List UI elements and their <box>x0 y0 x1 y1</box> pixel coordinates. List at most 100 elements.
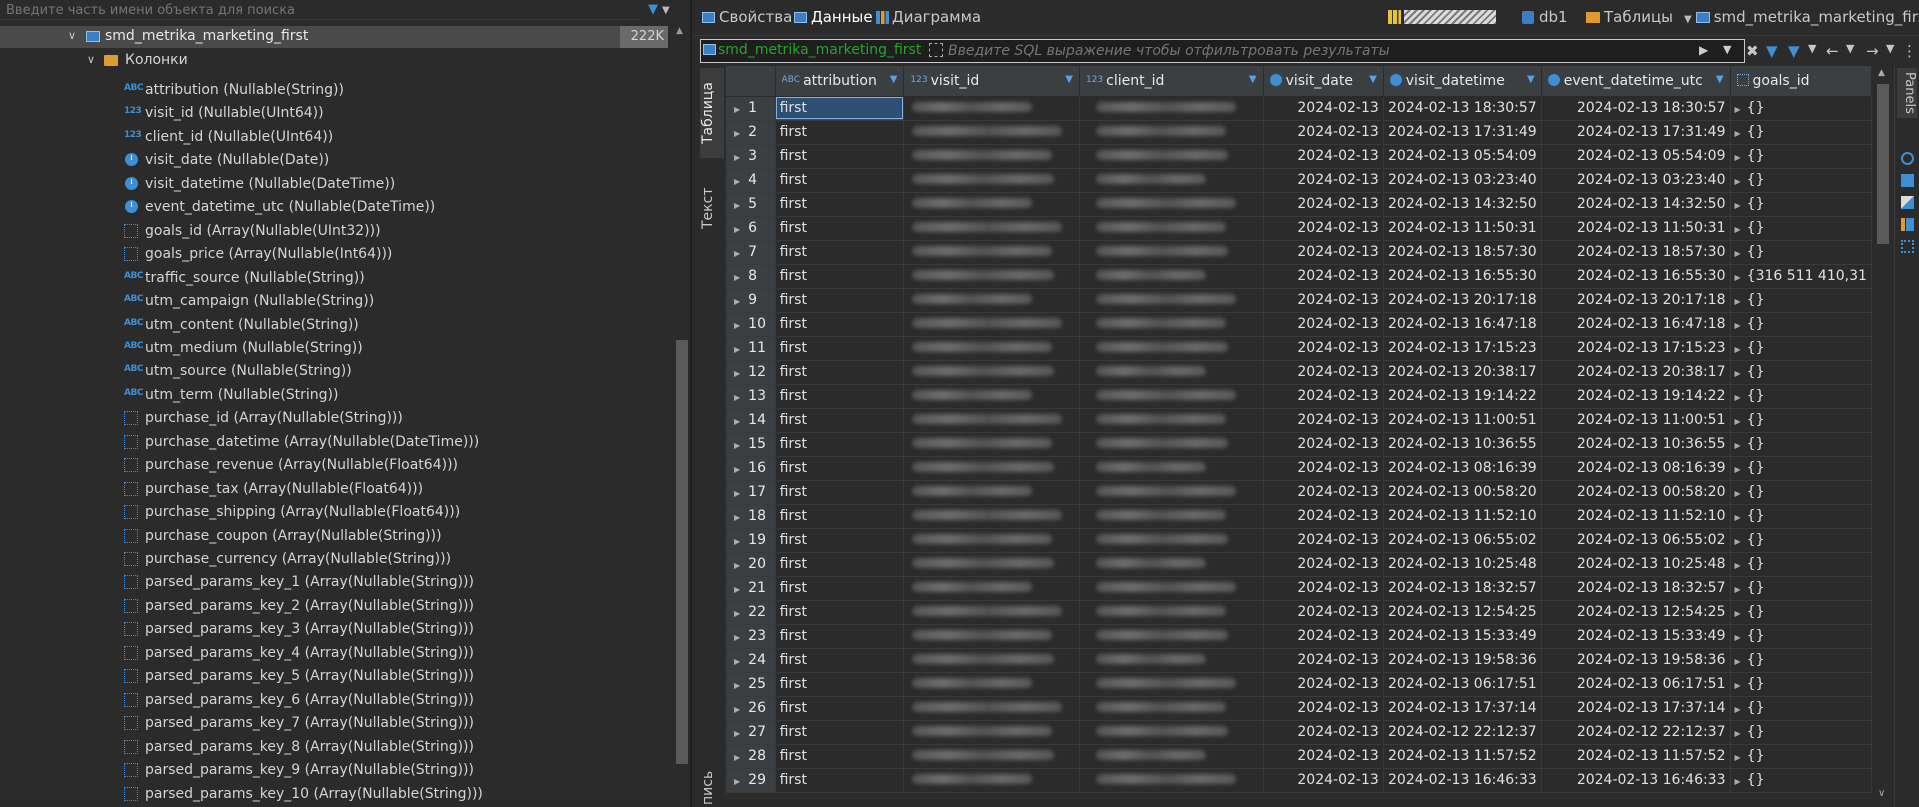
expand-row-icon[interactable]: ▶ <box>734 129 740 138</box>
cell-client-id[interactable] <box>1079 264 1264 289</box>
expand-array-icon[interactable]: ▶ <box>1735 729 1741 738</box>
cell-visit-id[interactable] <box>903 312 1080 337</box>
cell-visit-date[interactable]: 2024-02-13 <box>1263 768 1384 793</box>
expand-array-icon[interactable]: ▶ <box>1735 129 1741 138</box>
cell-visit-date[interactable]: 2024-02-13 <box>1263 192 1384 217</box>
cell-visit-date[interactable]: 2024-02-13 <box>1263 432 1384 457</box>
tree-node-column[interactable]: visit_date (Nullable(Date)) <box>0 149 668 172</box>
navigator-filter-button[interactable]: ▼ ▼ <box>648 2 688 18</box>
expand-row-icon[interactable]: ▶ <box>734 321 740 330</box>
cell-client-id[interactable] <box>1079 600 1264 625</box>
cell-attribution[interactable]: first <box>775 432 905 457</box>
expand-row-icon[interactable]: ▶ <box>734 345 740 354</box>
cell-visit-date[interactable]: 2024-02-13 <box>1263 120 1384 145</box>
chevron-down-icon[interactable]: ∨ <box>68 29 76 42</box>
table-row[interactable]: ▶ 23 first 2024-02-13 2024-02-13 15:33:49 202… <box>726 624 1872 649</box>
tree-node-column[interactable]: parsed_params_key_3 (Array(Nullable(Stri… <box>0 618 668 641</box>
cell-attribution[interactable]: first <box>775 384 905 409</box>
expand-array-icon[interactable]: ▶ <box>1735 705 1741 714</box>
row-number-cell[interactable]: ▶ 18 <box>726 504 776 529</box>
cell-visit-date[interactable]: 2024-02-13 <box>1263 168 1384 193</box>
grid-scrollbar[interactable]: ▲ ∨ <box>1874 66 1892 807</box>
expand-array-icon[interactable]: ▶ <box>1735 489 1741 498</box>
expand-array-icon[interactable]: ▶ <box>1735 441 1741 450</box>
table-row[interactable]: ▶ 17 first 2024-02-13 2024-02-13 00:58:20 202… <box>726 480 1872 505</box>
breadcrumb-table[interactable]: ▼ smd_metrika_marketing_first <box>1684 8 1919 28</box>
scrollbar-thumb[interactable] <box>676 340 688 764</box>
cell-goals-id[interactable]: ▶ {} <box>1730 432 1872 457</box>
cell-visit-id[interactable] <box>903 216 1080 241</box>
row-number-cell[interactable]: ▶ 3 <box>726 144 776 169</box>
cell-visit-id[interactable] <box>903 336 1080 361</box>
cell-client-id[interactable] <box>1079 120 1264 145</box>
tree-node-column[interactable]: ABC utm_content (Nullable(String)) <box>0 314 668 337</box>
cell-visit-id[interactable] <box>903 576 1080 601</box>
cell-visit-date[interactable]: 2024-02-13 <box>1263 552 1384 577</box>
cell-event-datetime-utc[interactable]: 2024-02-13 06:55:02 <box>1541 528 1731 553</box>
cell-visit-datetime[interactable]: 2024-02-13 12:54:25 <box>1383 600 1542 625</box>
tree-node-column[interactable]: parsed_params_key_1 (Array(Nullable(Stri… <box>0 571 668 594</box>
cell-attribution[interactable]: first <box>775 456 905 481</box>
expand-array-icon[interactable]: ▶ <box>1735 513 1741 522</box>
cell-visit-datetime[interactable]: 2024-02-12 22:12:37 <box>1383 720 1542 745</box>
cell-event-datetime-utc[interactable]: 2024-02-13 16:46:33 <box>1541 768 1731 793</box>
cell-visit-id[interactable] <box>903 696 1080 721</box>
cell-visit-date[interactable]: 2024-02-13 <box>1263 144 1384 169</box>
cell-goals-id[interactable]: ▶ {} <box>1730 360 1872 385</box>
expand-array-icon[interactable]: ▶ <box>1735 225 1741 234</box>
expand-row-icon[interactable]: ▶ <box>734 105 740 114</box>
cell-event-datetime-utc[interactable]: 2024-02-13 19:58:36 <box>1541 648 1731 673</box>
expand-row-icon[interactable]: ▶ <box>734 201 740 210</box>
expand-array-icon[interactable]: ▶ <box>1735 681 1741 690</box>
cell-event-datetime-utc[interactable]: 2024-02-13 19:14:22 <box>1541 384 1731 409</box>
cell-attribution[interactable]: first <box>775 528 905 553</box>
cell-client-id[interactable] <box>1079 192 1264 217</box>
tree-node-column[interactable]: parsed_params_key_6 (Array(Nullable(Stri… <box>0 689 668 712</box>
row-number-cell[interactable]: ▶ 10 <box>726 312 776 337</box>
tree-node-column[interactable]: 123 visit_id (Nullable(UInt64)) <box>0 102 668 125</box>
cell-visit-id[interactable] <box>903 432 1080 457</box>
expand-array-icon[interactable]: ▶ <box>1735 273 1741 282</box>
row-number-cell[interactable]: ▶ 5 <box>726 192 776 217</box>
expand-row-icon[interactable]: ▶ <box>734 225 740 234</box>
filter-settings-icon[interactable]: ▼ <box>1766 42 1778 60</box>
cell-goals-id[interactable]: ▶ {} <box>1730 768 1872 793</box>
cell-visit-datetime[interactable]: 2024-02-13 17:31:49 <box>1383 120 1542 145</box>
cell-visit-datetime[interactable]: 2024-02-13 11:50:31 <box>1383 216 1542 241</box>
tree-node-column[interactable]: purchase_currency (Array(Nullable(String… <box>0 548 668 571</box>
expand-array-icon[interactable]: ▶ <box>1735 585 1741 594</box>
cell-goals-id[interactable]: ▶ {} <box>1730 120 1872 145</box>
table-row[interactable]: ▶ 16 first 2024-02-13 2024-02-13 08:16:39 202… <box>726 456 1872 481</box>
sort-icon[interactable]: ▼ <box>1527 74 1535 85</box>
cell-visit-date[interactable]: 2024-02-13 <box>1263 600 1384 625</box>
cell-event-datetime-utc[interactable]: 2024-02-13 11:57:52 <box>1541 744 1731 769</box>
cell-visit-datetime[interactable]: 2024-02-13 00:58:20 <box>1383 480 1542 505</box>
expand-row-icon[interactable]: ▶ <box>734 249 740 258</box>
expand-row-icon[interactable]: ▶ <box>734 729 740 738</box>
cell-visit-date[interactable]: 2024-02-13 <box>1263 360 1384 385</box>
cell-goals-id[interactable]: ▶ {} <box>1730 408 1872 433</box>
cell-attribution[interactable]: first <box>775 768 905 793</box>
breadcrumb-folder[interactable]: Таблицы <box>1586 8 1673 28</box>
row-number-cell[interactable]: ▶ 4 <box>726 168 776 193</box>
table-row[interactable]: ▶ 6 first 2024-02-13 2024-02-13 11:50:31 2024… <box>726 216 1872 241</box>
row-number-header[interactable] <box>726 66 776 97</box>
expand-row-icon[interactable]: ▶ <box>734 777 740 786</box>
expand-row-icon[interactable]: ▶ <box>734 441 740 450</box>
cell-event-datetime-utc[interactable]: 2024-02-13 12:54:25 <box>1541 600 1731 625</box>
table-row[interactable]: ▶ 20 first 2024-02-13 2024-02-13 10:25:48 202… <box>726 552 1872 577</box>
row-number-cell[interactable]: ▶ 21 <box>726 576 776 601</box>
cell-client-id[interactable] <box>1079 552 1264 577</box>
table-row[interactable]: ▶ 11 first 2024-02-13 2024-02-13 17:15:23 202… <box>726 336 1872 361</box>
cell-visit-date[interactable]: 2024-02-13 <box>1263 696 1384 721</box>
calc-icon[interactable] <box>1901 218 1914 231</box>
table-row[interactable]: ▶ 12 first 2024-02-13 2024-02-13 20:38:17 202… <box>726 360 1872 385</box>
scroll-down-icon[interactable]: ∨ <box>1878 788 1885 799</box>
row-number-cell[interactable]: ▶ 17 <box>726 480 776 505</box>
cell-visit-datetime[interactable]: 2024-02-13 20:17:18 <box>1383 288 1542 313</box>
row-number-cell[interactable]: ▶ 6 <box>726 216 776 241</box>
cell-visit-date[interactable]: 2024-02-13 <box>1263 576 1384 601</box>
cell-event-datetime-utc[interactable]: 2024-02-13 06:17:51 <box>1541 672 1731 697</box>
cell-visit-date[interactable]: 2024-02-13 <box>1263 648 1384 673</box>
expand-row-icon[interactable]: ▶ <box>734 465 740 474</box>
